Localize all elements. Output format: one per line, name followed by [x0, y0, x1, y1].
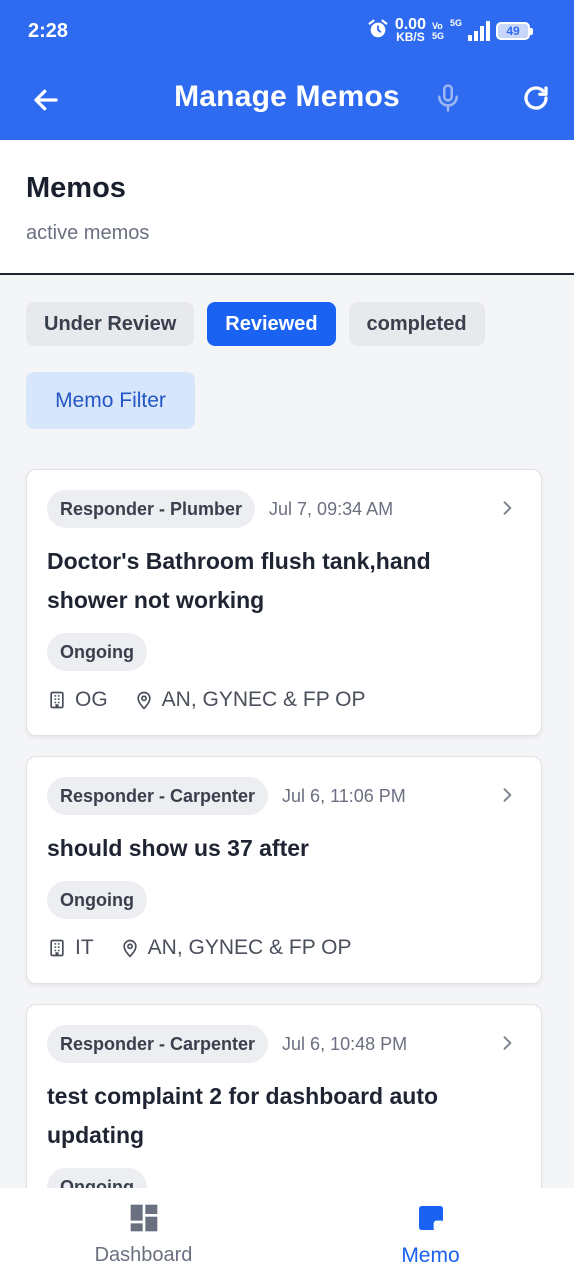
nav-dashboard[interactable]: Dashboard — [0, 1188, 287, 1280]
refresh-icon — [524, 86, 548, 110]
memo-date: Jul 7, 09:34 AM — [269, 498, 394, 519]
tab-under-review[interactable]: Under Review — [26, 302, 195, 346]
tab-completed[interactable]: completed — [348, 302, 485, 346]
memo-card[interactable]: Responder - Plumber Jul 7, 09:34 AM Doct… — [26, 469, 542, 736]
card-header: Responder - Carpenter Jul 6, 10:48 PM — [47, 1025, 407, 1063]
section-header: Memos active memos — [0, 140, 574, 275]
memo-meta: IT AN, GYNEC & FP OP — [47, 936, 352, 960]
nav-memo-label: Memo — [401, 1244, 460, 1267]
memo-date: Jul 6, 10:48 PM — [282, 1033, 408, 1054]
responder-chip: Responder - Plumber — [47, 490, 256, 528]
bottom-nav: Dashboard Memo — [0, 1188, 574, 1280]
nav-dashboard-label: Dashboard — [94, 1244, 193, 1266]
network-type: 5G — [449, 18, 462, 28]
signal-icon — [468, 20, 490, 41]
battery-icon: 49 — [496, 21, 533, 40]
section-subtitle: active memos — [26, 222, 150, 244]
app-bar: 2:28 0.00 KB/S Vo 5G 5G 49 Manage Memos — [0, 0, 574, 140]
status-tabs: Under Review Reviewed completed — [26, 302, 485, 346]
nav-memo[interactable]: Memo — [287, 1188, 574, 1280]
building-code: IT — [75, 936, 94, 959]
section-title: Memos — [26, 172, 126, 204]
responder-chip: Responder - Carpenter — [47, 1025, 269, 1063]
memo-title: test complaint 2 for dashboard auto upda… — [47, 1083, 439, 1148]
status-time: 2:28 — [28, 20, 69, 42]
card-header: Responder - Carpenter Jul 6, 11:06 PM — [47, 777, 406, 815]
location-text: AN, GYNEC & FP OP — [161, 688, 366, 711]
location-pin-icon — [134, 690, 154, 710]
volte-indicator: Vo 5G — [431, 20, 444, 41]
header: Manage Memos — [0, 64, 574, 140]
chevron-right-icon — [503, 788, 512, 802]
status-bar: 2:28 0.00 KB/S Vo 5G 5G 49 — [0, 0, 574, 64]
memo-filter-button[interactable]: Memo Filter — [26, 372, 195, 429]
building-icon — [47, 690, 67, 710]
tab-reviewed[interactable]: Reviewed — [207, 302, 336, 346]
memo-date: Jul 6, 11:06 PM — [282, 785, 406, 806]
responder-chip: Responder - Carpenter — [47, 777, 269, 815]
location-text: AN, GYNEC & FP OP — [147, 936, 352, 959]
building-icon — [47, 938, 67, 958]
status-badge: Ongoing — [47, 633, 147, 671]
voice-button[interactable] — [428, 78, 468, 118]
location-pin-icon — [120, 938, 140, 958]
memo-card[interactable]: Responder - Carpenter Jul 6, 11:06 PM sh… — [26, 756, 542, 984]
alarm-icon — [367, 18, 389, 43]
dashboard-icon — [130, 1204, 157, 1232]
memo-title: should show us 37 after — [47, 835, 309, 861]
status-icons: 0.00 KB/S Vo 5G 5G 49 — [367, 16, 533, 44]
memo-icon — [418, 1206, 443, 1230]
chevron-right-icon — [503, 1036, 512, 1050]
chevron-right-icon — [503, 501, 512, 515]
memo-title: Doctor's Bathroom flush tank,hand shower… — [47, 548, 431, 613]
microphone-icon — [438, 84, 458, 112]
card-header: Responder - Plumber Jul 7, 09:34 AM — [47, 490, 393, 528]
memo-meta: OG AN, GYNEC & FP OP — [47, 688, 366, 712]
page-title: Manage Memos — [174, 80, 400, 113]
status-badge: Ongoing — [47, 881, 147, 919]
network-speed: 0.00 KB/S — [394, 16, 426, 44]
building-code: OG — [75, 688, 108, 711]
refresh-button[interactable] — [516, 78, 556, 118]
